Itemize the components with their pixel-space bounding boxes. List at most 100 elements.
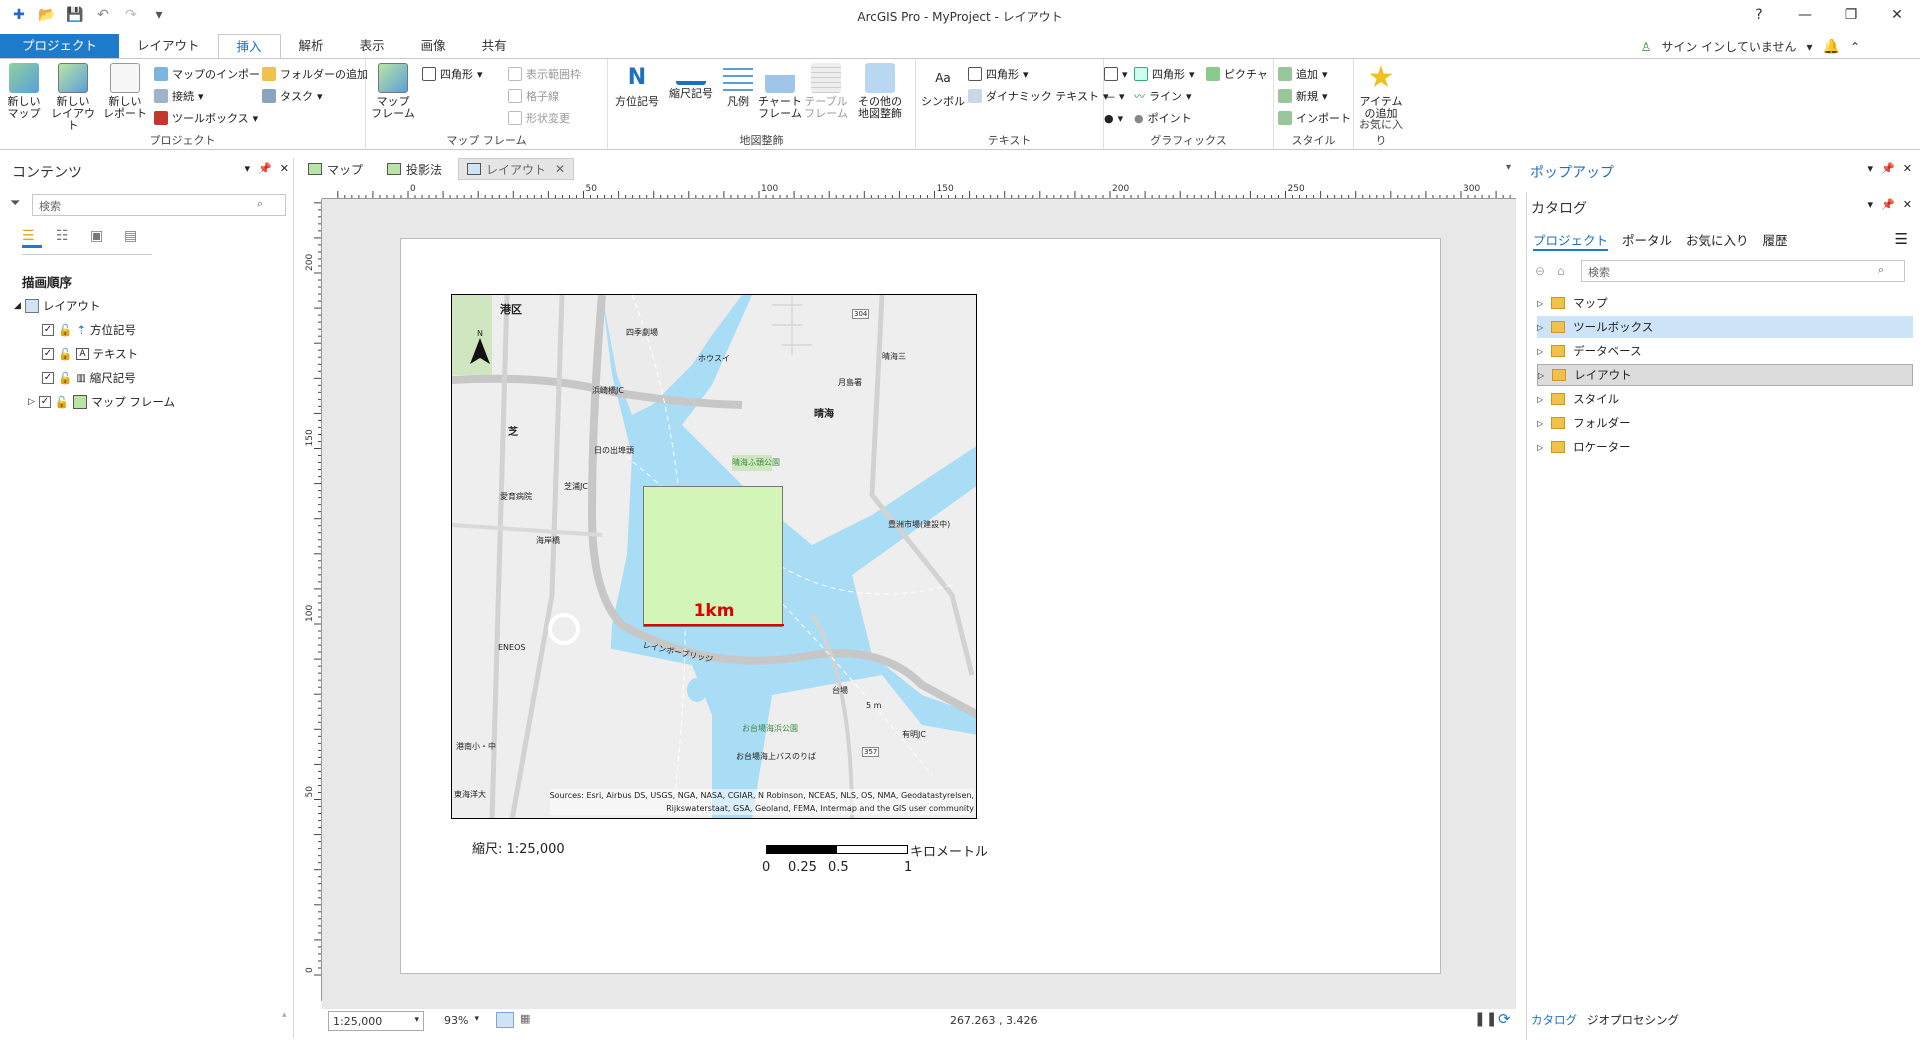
grid-snap-icon[interactable] [496,1012,514,1028]
notification-bell-icon[interactable]: 🔔 [1823,39,1840,55]
tree-root-layout[interactable]: ◢ レイアウト [14,296,100,316]
visibility-checkbox[interactable]: ✓ [42,348,54,360]
catalog-item-layouts[interactable]: ▷ レイアウト [1537,364,1913,386]
map-frame-button[interactable]: マップ フレーム [370,63,416,120]
connect-button[interactable]: 接続 ▾ [154,87,204,105]
catalog-item-toolboxes[interactable]: ▷ ツールボックス [1537,316,1913,338]
north-arrow-button[interactable]: N 方位記号 [612,63,662,108]
import-map-button[interactable]: マップのインポート [154,65,271,83]
tab-list-icon[interactable]: ▾ [1506,162,1511,173]
pin-icon[interactable]: 📌 [258,162,272,175]
expand-arrow-icon[interactable]: ▷ [1538,371,1544,380]
expand-arrow-icon[interactable]: ▷ [1537,323,1543,332]
lock-icon[interactable]: 🔓 [58,371,72,385]
pane-menu-icon[interactable]: ▾ [1868,198,1874,211]
catalog-tab-project[interactable]: プロジェクト [1533,230,1609,251]
tree-item-text[interactable]: ✓ 🔓 A テキスト [42,344,138,364]
scale-bar-button[interactable]: 縮尺記号 [666,63,716,100]
visibility-checkbox[interactable]: ✓ [38,396,51,408]
chart-frame-button[interactable]: チャート フレーム [758,63,802,120]
expand-arrow-icon[interactable]: ▷ [28,397,35,407]
tab-insert[interactable]: 挿入 [217,34,281,58]
expand-arrow-icon[interactable]: ▷ [1537,299,1543,308]
new-map-button[interactable]: 新しい マップ [4,63,44,120]
new-report-button[interactable]: 新しい レポート [102,63,148,120]
filter-icon[interactable]: ⏷ [10,196,20,211]
expand-arrow-icon[interactable]: ▷ [1537,443,1543,452]
search-icon[interactable]: ⌕ [257,197,263,211]
maximize-button[interactable]: ❐ [1828,0,1874,32]
tree-item-north-arrow[interactable]: ✓ 🔓 ⇡ 方位記号 [42,320,136,340]
add-item-button[interactable]: ★ アイテム の追加 [1356,63,1406,120]
pin-icon[interactable]: 📌 [1881,198,1895,211]
catalog-item-locators[interactable]: ▷ ロケーター [1537,436,1913,458]
dropdown-arrow-icon[interactable]: ▾ [1806,40,1812,54]
help-button[interactable]: ? [1736,0,1782,32]
bottom-tab-geoprocessing[interactable]: ジオプロセシング [1587,1012,1679,1028]
tab-imagery[interactable]: 画像 [403,34,464,58]
tab-view[interactable]: 表示 [342,34,403,58]
map-frame[interactable]: 港区 四季劇場 ホウスイ 晴海三 月島署 晴海 芝 浜崎橋JC 日の出埠頭 晴海… [451,294,977,819]
zoom-selector[interactable]: 93% ▾ [444,1014,479,1027]
doc-tab-projection[interactable]: 投影法 [379,158,450,180]
draw-order-icon[interactable]: ☰ [22,228,42,248]
doc-tab-layout[interactable]: レイアウト ✕ [458,158,575,180]
style-add-button[interactable]: 追加 ▾ [1278,65,1328,83]
lock-icon[interactable]: 🔓 [58,323,72,337]
hamburger-menu-icon[interactable]: ☰ [1895,230,1908,248]
line-style-button[interactable]: — ▾ [1104,87,1125,105]
new-layout-button[interactable]: 新しい レイアウト [50,63,96,132]
lock-icon[interactable]: 🔓 [55,395,69,409]
graphic-rectangle-1km[interactable]: 1km [643,486,784,627]
visibility-checkbox[interactable]: ✓ [42,324,54,336]
tab-share[interactable]: 共有 [464,34,525,58]
refresh-icon[interactable]: ⟳ [1498,1010,1511,1028]
line-button[interactable]: 〰ライン ▾ [1134,87,1192,105]
doc-tab-map[interactable]: マップ [300,158,371,180]
pane-menu-icon[interactable]: ▾ [245,162,251,175]
toolbox-button[interactable]: ツールボックス ▾ [154,109,258,127]
expand-arrow-icon[interactable]: ▷ [1537,347,1543,356]
other-surrounds-button[interactable]: その他の 地図整飾 [850,63,910,120]
catalog-search-input[interactable]: 検索 ⌕ [1581,260,1905,282]
selection-icon[interactable]: ☷ [56,228,76,248]
scroll-arrow-icon[interactable]: ▴ [282,1010,287,1020]
task-button[interactable]: タスク ▾ [262,87,323,105]
pause-icon[interactable]: ❚❚ [1474,1011,1497,1027]
guides-icon[interactable]: ▦ [520,1012,530,1025]
catalog-item-folders[interactable]: ▷ フォルダー [1537,412,1913,434]
close-pane-icon[interactable]: ✕ [280,162,289,175]
bottom-tab-catalog[interactable]: カタログ [1531,1012,1577,1028]
pane-menu-icon[interactable]: ▾ [1868,162,1874,175]
close-window-button[interactable]: ✕ [1874,0,1920,32]
visibility-checkbox[interactable]: ✓ [42,372,54,384]
graphic-select-button[interactable]: ▾ [1104,65,1128,83]
catalog-item-databases[interactable]: ▷ データベース [1537,340,1913,362]
point-button[interactable]: ● ポイント [1134,109,1192,127]
home-icon[interactable]: ⌂ [1557,264,1565,278]
snapping-icon[interactable]: ▤ [124,228,144,248]
back-icon[interactable]: ⊖ [1535,264,1545,278]
symbol-button[interactable]: Aa シンボル [920,63,966,108]
tree-item-scale-bar[interactable]: ✓ 🔓 ▥ 縮尺記号 [42,368,136,388]
add-folder-button[interactable]: フォルダーの追加 [262,65,368,83]
dynamic-text-button[interactable]: ダイナミック テキスト ▾ [968,87,1108,105]
close-pane-icon[interactable]: ✕ [1903,198,1912,211]
contents-search-input[interactable]: 検索 ⌕ [32,194,286,216]
mf-rectangle-button[interactable]: 四角形 ▾ [422,65,483,83]
catalog-item-styles[interactable]: ▷ スタイル [1537,388,1913,410]
collapse-arrow-icon[interactable]: ◢ [14,301,21,311]
editing-icon[interactable]: ▣ [90,228,110,248]
point-style-button[interactable]: ● ▾ [1104,109,1123,127]
tab-analysis[interactable]: 解析 [281,34,342,58]
tree-item-map-frame[interactable]: ▷ ✓ 🔓 マップ フレーム [28,392,175,412]
tab-project[interactable]: プロジェクト [0,34,120,58]
lock-icon[interactable]: 🔓 [58,347,72,361]
catalog-tab-favorites[interactable]: お気に入り [1686,230,1749,251]
legend-button[interactable]: 凡例 [720,63,756,108]
minimize-button[interactable]: — [1782,0,1828,32]
graphic-rectangle-button[interactable]: 四角形 ▾ [1134,65,1195,83]
scale-selector[interactable]: 1:25,000 ▾ [328,1011,424,1031]
style-import-button[interactable]: インポート [1278,109,1351,127]
picture-button[interactable]: ピクチャ [1206,65,1268,83]
